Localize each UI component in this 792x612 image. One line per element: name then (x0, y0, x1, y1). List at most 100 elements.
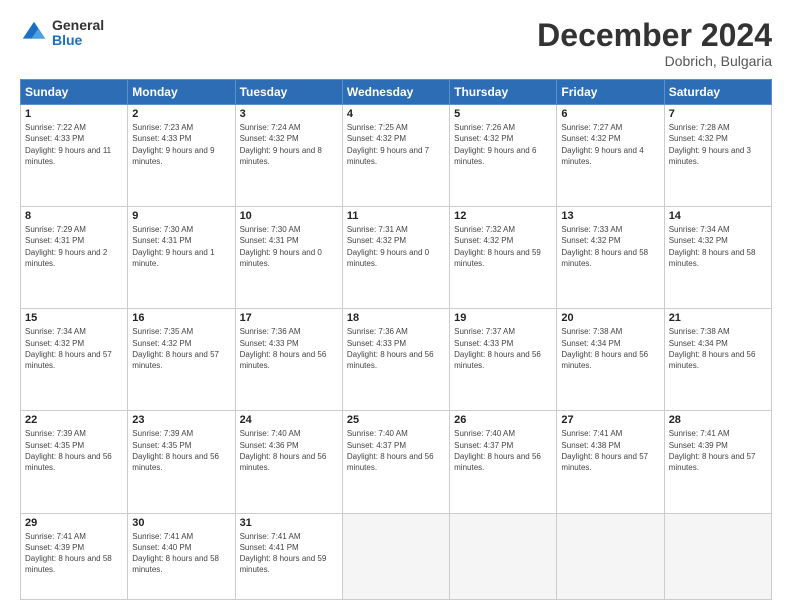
day-cell-3: 3 Sunrise: 7:24 AMSunset: 4:32 PMDayligh… (235, 105, 342, 207)
empty-cell (450, 513, 557, 600)
day-cell-2: 2 Sunrise: 7:23 AMSunset: 4:33 PMDayligh… (128, 105, 235, 207)
day-cell-25: 25 Sunrise: 7:40 AMSunset: 4:37 PMDaylig… (342, 411, 449, 513)
day-number: 7 (669, 108, 767, 120)
day-number: 31 (240, 517, 338, 529)
empty-cell (664, 513, 771, 600)
calendar-row-1: 1 Sunrise: 7:22 AMSunset: 4:33 PMDayligh… (21, 105, 772, 207)
day-info: Sunrise: 7:34 AMSunset: 4:32 PMDaylight:… (669, 224, 767, 269)
day-number: 26 (454, 414, 552, 426)
day-number: 24 (240, 414, 338, 426)
day-cell-17: 17 Sunrise: 7:36 AMSunset: 4:33 PMDaylig… (235, 309, 342, 411)
day-info: Sunrise: 7:39 AMSunset: 4:35 PMDaylight:… (25, 428, 123, 473)
day-cell-5: 5 Sunrise: 7:26 AMSunset: 4:32 PMDayligh… (450, 105, 557, 207)
day-cell-1: 1 Sunrise: 7:22 AMSunset: 4:33 PMDayligh… (21, 105, 128, 207)
day-info: Sunrise: 7:23 AMSunset: 4:33 PMDaylight:… (132, 122, 230, 167)
day-cell-21: 21 Sunrise: 7:38 AMSunset: 4:34 PMDaylig… (664, 309, 771, 411)
day-cell-18: 18 Sunrise: 7:36 AMSunset: 4:33 PMDaylig… (342, 309, 449, 411)
day-info: Sunrise: 7:29 AMSunset: 4:31 PMDaylight:… (25, 224, 123, 269)
logo-icon (20, 19, 48, 47)
day-cell-24: 24 Sunrise: 7:40 AMSunset: 4:36 PMDaylig… (235, 411, 342, 513)
day-info: Sunrise: 7:40 AMSunset: 4:37 PMDaylight:… (347, 428, 445, 473)
month-title: December 2024 (537, 18, 772, 53)
day-number: 15 (25, 312, 123, 324)
day-info: Sunrise: 7:38 AMSunset: 4:34 PMDaylight:… (669, 326, 767, 371)
calendar-row-5: 29 Sunrise: 7:41 AMSunset: 4:39 PMDaylig… (21, 513, 772, 600)
col-thursday: Thursday (450, 80, 557, 105)
day-number: 3 (240, 108, 338, 120)
day-cell-6: 6 Sunrise: 7:27 AMSunset: 4:32 PMDayligh… (557, 105, 664, 207)
page: General Blue December 2024 Dobrich, Bulg… (0, 0, 792, 612)
day-cell-9: 9 Sunrise: 7:30 AMSunset: 4:31 PMDayligh… (128, 207, 235, 309)
day-info: Sunrise: 7:40 AMSunset: 4:36 PMDaylight:… (240, 428, 338, 473)
day-number: 12 (454, 210, 552, 222)
day-cell-16: 16 Sunrise: 7:35 AMSunset: 4:32 PMDaylig… (128, 309, 235, 411)
day-cell-8: 8 Sunrise: 7:29 AMSunset: 4:31 PMDayligh… (21, 207, 128, 309)
day-info: Sunrise: 7:41 AMSunset: 4:39 PMDaylight:… (669, 428, 767, 473)
calendar-row-4: 22 Sunrise: 7:39 AMSunset: 4:35 PMDaylig… (21, 411, 772, 513)
day-number: 30 (132, 517, 230, 529)
day-number: 11 (347, 210, 445, 222)
day-number: 22 (25, 414, 123, 426)
day-number: 2 (132, 108, 230, 120)
logo-general: General (52, 18, 104, 33)
day-info: Sunrise: 7:22 AMSunset: 4:33 PMDaylight:… (25, 122, 123, 167)
day-number: 17 (240, 312, 338, 324)
day-number: 20 (561, 312, 659, 324)
day-cell-14: 14 Sunrise: 7:34 AMSunset: 4:32 PMDaylig… (664, 207, 771, 309)
day-info: Sunrise: 7:31 AMSunset: 4:32 PMDaylight:… (347, 224, 445, 269)
day-number: 10 (240, 210, 338, 222)
logo-blue: Blue (52, 33, 104, 48)
day-number: 27 (561, 414, 659, 426)
col-monday: Monday (128, 80, 235, 105)
day-info: Sunrise: 7:30 AMSunset: 4:31 PMDaylight:… (240, 224, 338, 269)
col-wednesday: Wednesday (342, 80, 449, 105)
empty-cell (342, 513, 449, 600)
day-cell-27: 27 Sunrise: 7:41 AMSunset: 4:38 PMDaylig… (557, 411, 664, 513)
day-number: 4 (347, 108, 445, 120)
day-info: Sunrise: 7:28 AMSunset: 4:32 PMDaylight:… (669, 122, 767, 167)
day-info: Sunrise: 7:41 AMSunset: 4:40 PMDaylight:… (132, 531, 230, 576)
col-sunday: Sunday (21, 80, 128, 105)
day-cell-10: 10 Sunrise: 7:30 AMSunset: 4:31 PMDaylig… (235, 207, 342, 309)
header: General Blue December 2024 Dobrich, Bulg… (20, 18, 772, 69)
col-saturday: Saturday (664, 80, 771, 105)
calendar-row-3: 15 Sunrise: 7:34 AMSunset: 4:32 PMDaylig… (21, 309, 772, 411)
day-info: Sunrise: 7:34 AMSunset: 4:32 PMDaylight:… (25, 326, 123, 371)
day-info: Sunrise: 7:33 AMSunset: 4:32 PMDaylight:… (561, 224, 659, 269)
calendar-header-row: Sunday Monday Tuesday Wednesday Thursday… (21, 80, 772, 105)
day-cell-11: 11 Sunrise: 7:31 AMSunset: 4:32 PMDaylig… (342, 207, 449, 309)
day-info: Sunrise: 7:41 AMSunset: 4:38 PMDaylight:… (561, 428, 659, 473)
day-cell-7: 7 Sunrise: 7:28 AMSunset: 4:32 PMDayligh… (664, 105, 771, 207)
day-info: Sunrise: 7:32 AMSunset: 4:32 PMDaylight:… (454, 224, 552, 269)
day-info: Sunrise: 7:36 AMSunset: 4:33 PMDaylight:… (347, 326, 445, 371)
empty-cell (557, 513, 664, 600)
day-number: 25 (347, 414, 445, 426)
day-cell-29: 29 Sunrise: 7:41 AMSunset: 4:39 PMDaylig… (21, 513, 128, 600)
day-number: 19 (454, 312, 552, 324)
calendar-table: Sunday Monday Tuesday Wednesday Thursday… (20, 79, 772, 600)
day-number: 18 (347, 312, 445, 324)
day-cell-31: 31 Sunrise: 7:41 AMSunset: 4:41 PMDaylig… (235, 513, 342, 600)
col-tuesday: Tuesday (235, 80, 342, 105)
day-info: Sunrise: 7:37 AMSunset: 4:33 PMDaylight:… (454, 326, 552, 371)
title-section: December 2024 Dobrich, Bulgaria (537, 18, 772, 69)
logo: General Blue (20, 18, 104, 49)
day-number: 16 (132, 312, 230, 324)
day-cell-20: 20 Sunrise: 7:38 AMSunset: 4:34 PMDaylig… (557, 309, 664, 411)
day-number: 23 (132, 414, 230, 426)
day-number: 8 (25, 210, 123, 222)
day-info: Sunrise: 7:41 AMSunset: 4:39 PMDaylight:… (25, 531, 123, 576)
day-cell-22: 22 Sunrise: 7:39 AMSunset: 4:35 PMDaylig… (21, 411, 128, 513)
day-info: Sunrise: 7:38 AMSunset: 4:34 PMDaylight:… (561, 326, 659, 371)
logo-text: General Blue (52, 18, 104, 49)
day-cell-19: 19 Sunrise: 7:37 AMSunset: 4:33 PMDaylig… (450, 309, 557, 411)
day-number: 21 (669, 312, 767, 324)
day-cell-12: 12 Sunrise: 7:32 AMSunset: 4:32 PMDaylig… (450, 207, 557, 309)
calendar-row-2: 8 Sunrise: 7:29 AMSunset: 4:31 PMDayligh… (21, 207, 772, 309)
day-number: 13 (561, 210, 659, 222)
day-cell-26: 26 Sunrise: 7:40 AMSunset: 4:37 PMDaylig… (450, 411, 557, 513)
day-info: Sunrise: 7:36 AMSunset: 4:33 PMDaylight:… (240, 326, 338, 371)
day-info: Sunrise: 7:24 AMSunset: 4:32 PMDaylight:… (240, 122, 338, 167)
day-info: Sunrise: 7:39 AMSunset: 4:35 PMDaylight:… (132, 428, 230, 473)
day-info: Sunrise: 7:35 AMSunset: 4:32 PMDaylight:… (132, 326, 230, 371)
